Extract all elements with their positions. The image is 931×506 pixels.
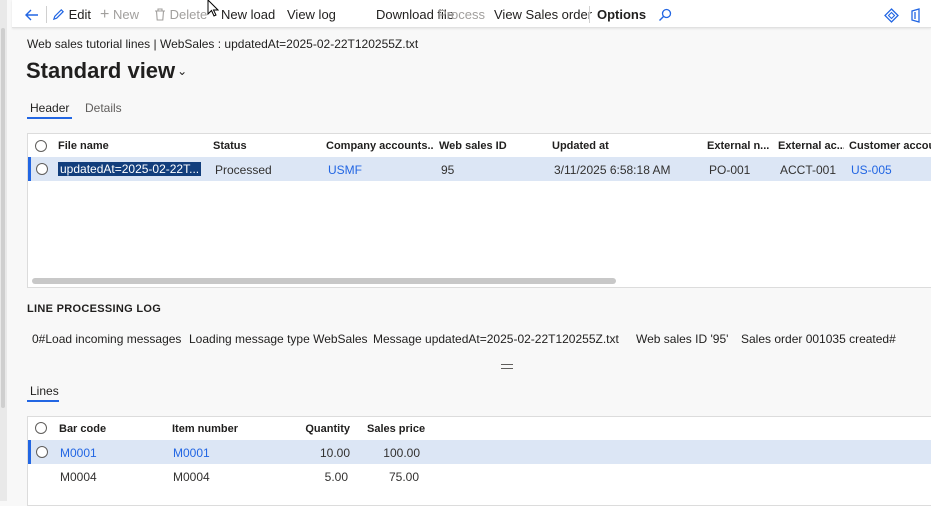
- updated-at-cell: 3/11/2025 6:58:18 AM: [554, 163, 671, 177]
- quantity-cell: 5.00: [324, 470, 348, 484]
- view-log-button[interactable]: View log: [287, 0, 336, 28]
- row-select-radio[interactable]: [36, 163, 48, 175]
- search-icon[interactable]: [658, 0, 672, 28]
- table-row[interactable]: M0004 M0004 5.00 75.00: [28, 465, 931, 489]
- office-icon[interactable]: [910, 0, 922, 28]
- tab-lines[interactable]: Lines: [30, 384, 59, 398]
- table-row[interactable]: M0001 M0001 10.00 100.00: [28, 440, 931, 464]
- log-entry: Sales order 001035 created#: [741, 332, 896, 346]
- log-entry: Message updatedAt=2025-02-22T120255Z.txt: [373, 332, 619, 346]
- header-grid: File name Status Company accounts... Web…: [27, 133, 931, 288]
- external-n-cell: PO-001: [709, 163, 751, 177]
- table-row[interactable]: updatedAt=2025-02-22T... Processed USMF …: [28, 157, 931, 181]
- column-header-external-ac[interactable]: External ac...: [778, 140, 844, 152]
- pane-splitter-handle[interactable]: [501, 364, 513, 369]
- select-all-radio[interactable]: [35, 422, 47, 434]
- column-header-status[interactable]: Status: [213, 140, 313, 152]
- column-header-item-number[interactable]: Item number: [172, 423, 282, 435]
- left-scrollbar-thumb[interactable]: [1, 28, 5, 408]
- sales-price-cell: 75.00: [388, 470, 419, 484]
- trash-icon: [155, 8, 165, 21]
- header-tabs: Header Details: [27, 101, 227, 123]
- action-pane: Edit + New Delete New load View log Down…: [12, 0, 931, 28]
- column-header-updated-at[interactable]: Updated at: [552, 140, 692, 152]
- status-cell: Processed: [215, 163, 272, 177]
- log-section-label: LINE PROCESSING LOG: [27, 303, 162, 315]
- delete-button[interactable]: Delete: [154, 0, 207, 28]
- delete-label: Delete: [169, 7, 208, 22]
- pencil-icon: [52, 9, 64, 21]
- tab-lines-underline: [27, 400, 59, 402]
- view-selector[interactable]: Standard view ⌄: [26, 58, 188, 84]
- new-label: New: [112, 7, 139, 22]
- options-tab[interactable]: Options: [597, 0, 646, 28]
- plus-icon: +: [100, 6, 110, 23]
- column-header-company[interactable]: Company accounts...: [326, 140, 434, 152]
- tab-details[interactable]: Details: [85, 101, 122, 115]
- view-sales-order-button[interactable]: View Sales order: [494, 0, 592, 28]
- item-number-cell: M0004: [173, 470, 210, 484]
- new-button[interactable]: + New: [100, 0, 139, 28]
- process-button[interactable]: Process: [438, 0, 485, 28]
- log-entry: Loading message type WebSales: [189, 332, 368, 346]
- horizontal-scrollbar[interactable]: [32, 278, 616, 284]
- separator: [589, 6, 590, 23]
- select-all-radio[interactable]: [35, 140, 47, 152]
- bar-code-link[interactable]: M0001: [60, 446, 160, 460]
- bar-code-cell: M0004: [60, 470, 97, 484]
- column-header-file-name[interactable]: File name: [58, 140, 208, 152]
- web-sales-id-cell: 95: [441, 163, 455, 177]
- external-ac-cell: ACCT-001: [780, 163, 837, 177]
- edit-label: Edit: [68, 7, 92, 22]
- row-select-radio[interactable]: [36, 446, 48, 458]
- file-name-cell[interactable]: updatedAt=2025-02-22T...: [58, 162, 206, 176]
- page-title: Standard view: [26, 58, 176, 83]
- column-header-bar-code[interactable]: Bar code: [59, 423, 159, 435]
- lines-grid: Bar code Item number Quantity Sales pric…: [27, 416, 931, 506]
- lines-tabs: Lines: [27, 384, 127, 406]
- column-header-sales-price[interactable]: Sales price: [367, 423, 437, 435]
- left-scrollbar[interactable]: [0, 0, 7, 501]
- column-header-web-sales-id[interactable]: Web sales ID: [439, 140, 539, 152]
- log-entry: 0#Load incoming messages: [32, 332, 182, 346]
- file-name-value: updatedAt=2025-02-22T...: [58, 162, 202, 176]
- company-link[interactable]: USMF: [328, 163, 428, 177]
- power-apps-icon[interactable]: [884, 0, 899, 28]
- customer-account-link[interactable]: US-005: [851, 163, 931, 177]
- item-number-link[interactable]: M0001: [173, 446, 273, 460]
- breadcrumb: Web sales tutorial lines | WebSales : up…: [27, 37, 419, 51]
- separator: [46, 6, 47, 23]
- back-arrow-icon[interactable]: [24, 0, 40, 28]
- tab-header[interactable]: Header: [30, 101, 69, 115]
- chevron-down-icon: ⌄: [177, 64, 188, 78]
- quantity-cell: 10.00: [319, 446, 350, 460]
- tab-header-underline: [27, 117, 72, 119]
- mouse-cursor-icon: [207, 0, 219, 17]
- log-entry: Web sales ID '95': [636, 332, 729, 346]
- column-header-customer-account[interactable]: Customer account: [849, 140, 931, 152]
- column-header-external-n[interactable]: External n...: [707, 140, 773, 152]
- sales-price-cell: 100.00: [383, 446, 420, 460]
- column-header-quantity[interactable]: Quantity: [286, 423, 350, 435]
- edit-button[interactable]: Edit: [52, 0, 91, 28]
- new-load-button[interactable]: New load: [221, 0, 275, 28]
